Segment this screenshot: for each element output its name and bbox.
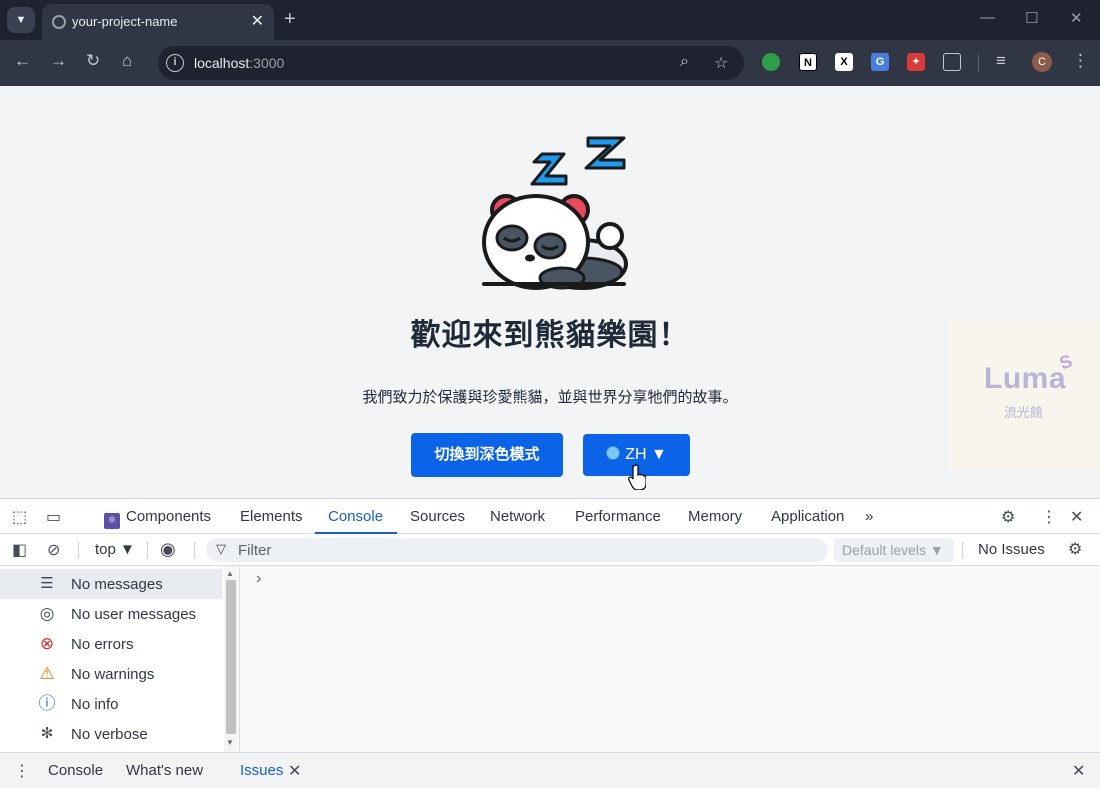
tab-elements[interactable]: Elements	[240, 508, 303, 525]
log-levels-dropdown[interactable]: Default levels ▼	[834, 538, 954, 562]
tab-components[interactable]: ⚛ Components	[104, 508, 211, 529]
filter-input[interactable]: ▽ Filter	[206, 538, 828, 562]
devtools-menu-icon[interactable]: ⋮	[1041, 507, 1057, 527]
bookmark-star-icon[interactable]: ☆	[714, 53, 728, 73]
x-extension-icon[interactable]: X	[835, 53, 853, 71]
luma-watermark: S Luma 流光館	[950, 320, 1100, 470]
tab-performance[interactable]: Performance	[575, 508, 661, 525]
watermark-subtitle: 流光館	[1004, 405, 1044, 420]
language-label: ZH ▼	[625, 446, 667, 463]
device-toolbar-icon[interactable]: ▭	[46, 507, 61, 527]
user-icon: ◎	[39, 604, 55, 623]
drawer-tab-console[interactable]: Console	[48, 762, 103, 779]
close-issues-tab-icon[interactable]: ✕	[288, 761, 301, 781]
tab-console[interactable]: Console	[328, 508, 383, 525]
tab-search-button[interactable]: ▼	[7, 7, 35, 33]
sidebar-item-info[interactable]: ⓘ No info	[0, 689, 222, 719]
home-button[interactable]: ⌂	[122, 51, 132, 71]
translate-extension-icon[interactable]: G	[871, 53, 889, 71]
devtools-tab-bar: ⬚ ▭ ⚛ Components Elements Console Sources…	[0, 498, 1100, 534]
drawer-tab-whats-new[interactable]: What's new	[126, 762, 203, 779]
globe-icon	[52, 15, 66, 29]
notion-extension-icon[interactable]: N	[799, 53, 817, 71]
console-filter-bar: ◧ ⊘ top ▼ ◉ ▽ Filter Default levels ▼ No…	[0, 534, 1100, 566]
settings-gear-icon[interactable]: ⚙	[1001, 507, 1015, 527]
warning-icon: ⚠	[39, 664, 55, 683]
error-icon: ⊗	[39, 634, 55, 653]
more-menu-icon[interactable]: ⋮	[1072, 51, 1089, 71]
extension-leaf-icon[interactable]	[762, 53, 780, 71]
scroll-up-arrow[interactable]: ▲	[226, 569, 234, 578]
divider	[194, 541, 195, 559]
info-icon: ⓘ	[38, 694, 56, 713]
hand-cursor-icon	[628, 464, 646, 490]
context-selector[interactable]: top ▼	[95, 541, 135, 558]
back-button[interactable]: ←	[14, 51, 31, 71]
page-viewport: 歡迎來到熊貓樂園！ 我們致力於保護與珍愛熊貓，並與世界分享牠們的故事。 切換到深…	[0, 86, 1100, 498]
page-title: 歡迎來到熊貓樂園！	[410, 319, 690, 352]
dark-mode-toggle-button[interactable]: 切換到深色模式	[411, 433, 563, 477]
inspect-element-icon[interactable]: ⬚	[12, 507, 27, 527]
divider	[78, 541, 79, 559]
react-icon: ⚛	[104, 513, 120, 529]
close-drawer-icon[interactable]: ✕	[1072, 761, 1085, 781]
sidebar-item-messages[interactable]: ☰ No messages	[0, 569, 222, 599]
more-tabs-button[interactable]: »	[865, 508, 873, 525]
address-bar[interactable]: i localhost:3000 ⌕ ☆	[158, 46, 744, 80]
tab-strip: ▼ your-project-name ✕ + — ☐ ✕	[0, 0, 1100, 40]
close-window-button[interactable]: ✕	[1070, 9, 1083, 27]
profile-avatar[interactable]: C	[1032, 52, 1052, 72]
drawer-tab-issues[interactable]: Issues	[240, 762, 283, 779]
tab-application[interactable]: Application	[771, 508, 844, 525]
issues-count[interactable]: No Issues	[978, 541, 1045, 558]
drawer-menu-icon[interactable]: ⋮	[14, 761, 30, 781]
sidebar-item-verbose[interactable]: ✻ No verbose	[0, 719, 222, 749]
list-icon: ☰	[40, 575, 54, 592]
eye-icon[interactable]: ◉	[160, 539, 176, 560]
media-icon[interactable]: ≡	[996, 51, 1006, 71]
sidebar-toggle-icon[interactable]: ◧	[12, 540, 27, 560]
filter-funnel-icon: ▽	[216, 541, 226, 556]
toolbar-divider	[978, 54, 979, 72]
clear-console-icon[interactable]: ⊘	[47, 540, 60, 560]
browser-toolbar: ← → ↻ ⌂ i localhost:3000 ⌕ ☆ N X G ✦ ≡ C…	[0, 40, 1100, 86]
forward-button[interactable]: →	[50, 51, 67, 71]
tab-memory[interactable]: Memory	[688, 508, 742, 525]
watermark-logo: Luma	[984, 362, 1067, 395]
browser-tab[interactable]: your-project-name ✕	[42, 4, 274, 40]
console-settings-icon[interactable]: ⚙	[1068, 539, 1082, 559]
tab-title: your-project-name	[72, 14, 178, 29]
reload-button[interactable]: ↻	[86, 51, 100, 71]
close-icon[interactable]: ✕	[251, 11, 264, 31]
url-text: localhost:3000	[194, 55, 285, 71]
sidebar-item-warnings[interactable]: ⚠ No warnings	[0, 659, 222, 689]
scroll-thumb[interactable]	[226, 580, 236, 734]
info-icon[interactable]: i	[166, 54, 184, 72]
divider	[962, 541, 963, 559]
devtools-extension-icon[interactable]: ✦	[907, 53, 925, 71]
devtools-drawer: ⋮ Console What's new Issues ✕ ✕	[0, 752, 1100, 788]
extensions-puzzle-icon[interactable]	[943, 53, 961, 71]
filter-placeholder: Filter	[238, 542, 272, 559]
sidebar-scrollbar[interactable]: ▲ ▼	[224, 566, 238, 752]
console-prompt-chevron-icon[interactable]: ›	[256, 570, 261, 588]
close-devtools-icon[interactable]: ✕	[1070, 507, 1083, 527]
maximize-button[interactable]: ☐	[1025, 9, 1038, 27]
page-tagline: 我們致力於保護與珍愛熊貓，並與世界分享牠們的故事。	[362, 389, 738, 406]
scroll-down-arrow[interactable]: ▼	[226, 738, 234, 747]
sidebar-item-user-messages[interactable]: ◎ No user messages	[0, 599, 222, 629]
tab-network[interactable]: Network	[490, 508, 545, 525]
tab-sources[interactable]: Sources	[410, 508, 465, 525]
new-tab-button[interactable]: +	[284, 8, 296, 31]
minimize-button[interactable]: —	[980, 9, 995, 26]
bug-icon: ✻	[40, 725, 54, 742]
console-sidebar: ☰ No messages ◎ No user messages ⊗ No er…	[0, 566, 240, 752]
sidebar-item-errors[interactable]: ⊗ No errors	[0, 629, 222, 659]
zoom-icon[interactable]: ⌕	[680, 53, 689, 71]
divider	[147, 541, 148, 559]
globe-icon	[606, 446, 621, 460]
console-output[interactable]: ›	[240, 566, 1100, 752]
sleeping-panda-icon	[482, 136, 628, 290]
